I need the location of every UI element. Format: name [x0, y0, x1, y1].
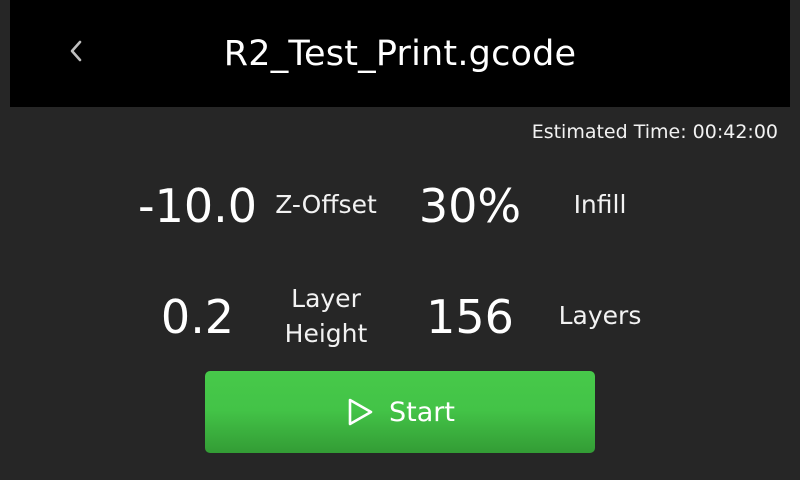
print-preview-screen: R2_Test_Print.gcode Estimated Time: 00:4…: [0, 0, 800, 480]
z-offset-value: -10.0: [137, 179, 258, 233]
z-offset-label: Z-Offset: [275, 190, 377, 219]
header-bar: R2_Test_Print.gcode: [10, 0, 790, 107]
layers-label: Layers: [558, 301, 642, 330]
layer-height-value: 0.2: [160, 290, 235, 344]
chevron-left-icon: [69, 39, 83, 67]
infill-label: Infill: [573, 190, 627, 219]
start-button[interactable]: Start: [205, 371, 595, 453]
layers-value: 156: [426, 290, 514, 344]
start-label: Start: [389, 396, 455, 428]
infill-value: 30%: [418, 179, 522, 233]
play-icon: [345, 396, 377, 428]
layer-height-label: Layer Height: [284, 284, 368, 348]
page-title: R2_Test_Print.gcode: [223, 33, 577, 74]
estimated-time: Estimated Time: 00:42:00: [531, 121, 778, 143]
back-button[interactable]: [52, 28, 100, 78]
